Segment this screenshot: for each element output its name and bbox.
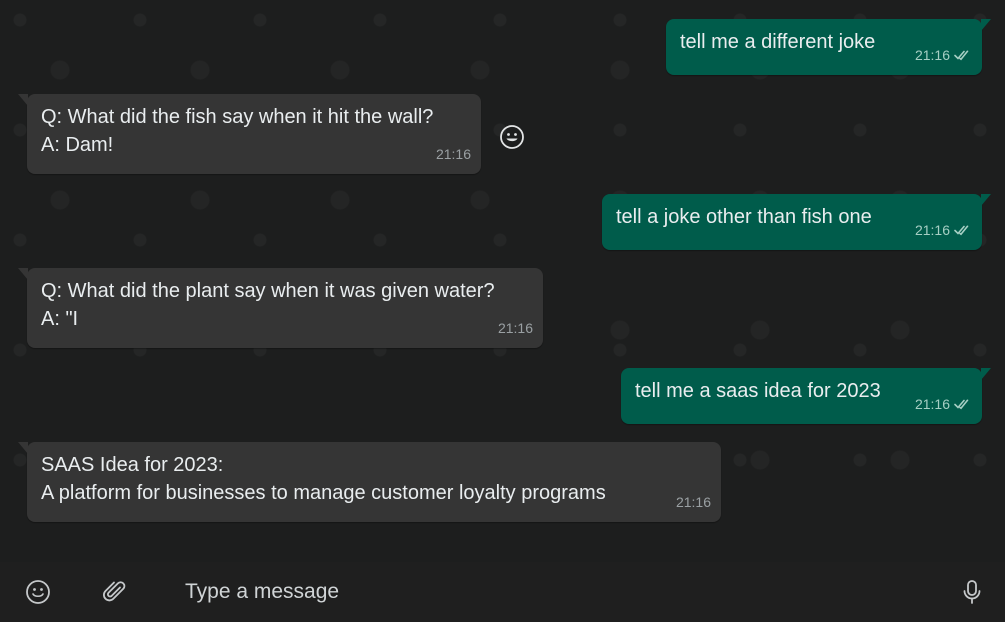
attach-icon[interactable] (100, 577, 130, 607)
message-meta: 21:16 (915, 216, 972, 244)
message-meta: 21:16 (436, 140, 471, 168)
message-time: 21:16 (914, 396, 950, 412)
read-ticks-icon (954, 49, 972, 61)
message-text: Q: What did the fish say when it hit the… (41, 106, 434, 156)
message-input[interactable]: Type a message (185, 578, 885, 606)
message-meta: 21:16 (498, 314, 533, 342)
message-time: 21:16 (675, 494, 711, 510)
message-outgoing[interactable]: tell me a saas idea for 2023 21:16 (621, 368, 991, 424)
message-time: 21:16 (497, 320, 533, 336)
emoji-icon[interactable] (23, 577, 53, 607)
message-incoming[interactable]: Q: What did the fish say when it hit the… (18, 94, 481, 174)
microphone-icon[interactable] (957, 577, 987, 607)
message-composer: Type a message (0, 562, 1005, 622)
message-incoming[interactable]: Q: What did the plant say when it was gi… (18, 268, 543, 348)
message-outgoing[interactable]: tell me a different joke 21:16 (666, 19, 991, 75)
message-time: 21:16 (914, 222, 950, 238)
read-ticks-icon (954, 398, 972, 410)
read-ticks-icon (954, 224, 972, 236)
emoji-react-icon[interactable] (497, 122, 527, 152)
message-time: 21:16 (435, 146, 471, 162)
message-time: 21:16 (914, 47, 950, 63)
message-text: Q: What did the plant say when it was gi… (41, 280, 495, 330)
message-meta: 21:16 (915, 390, 972, 418)
chat-area: tell me a different joke 21:16 Q: What d… (0, 0, 1005, 562)
message-meta: 21:16 (676, 488, 711, 516)
message-incoming[interactable]: SAAS Idea for 2023: A platform for busin… (18, 442, 721, 522)
message-meta: 21:16 (915, 41, 972, 69)
message-text: SAAS Idea for 2023: A platform for busin… (41, 454, 606, 504)
message-outgoing[interactable]: tell a joke other than fish one 21:16 (602, 194, 991, 250)
